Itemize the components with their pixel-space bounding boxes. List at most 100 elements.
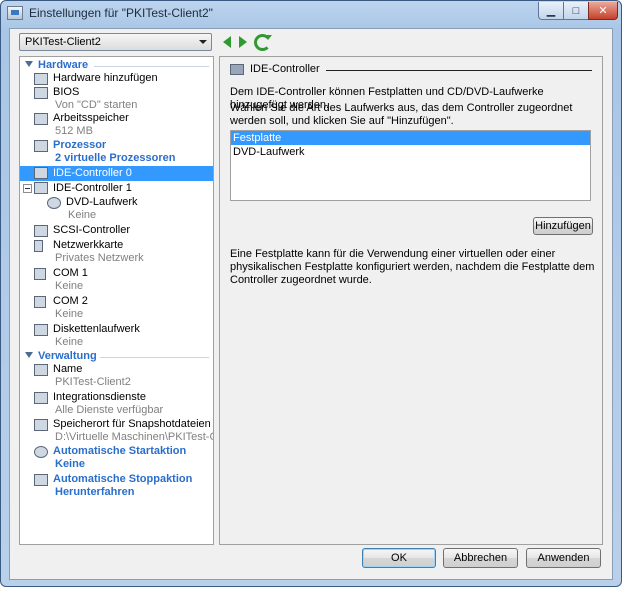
tree-item-value: Privates Netzwerk bbox=[55, 252, 144, 264]
maximize-icon: □ bbox=[572, 4, 580, 17]
tree-item-floppy-drive[interactable]: Diskettenlaufwerk Keine bbox=[20, 323, 213, 350]
floppy-disk-icon bbox=[34, 324, 48, 336]
ide-controller-icon bbox=[34, 182, 48, 194]
close-icon: ✕ bbox=[598, 5, 608, 17]
tree-item-label: Automatische Startaktion bbox=[53, 445, 187, 457]
vm-selector-value: PKITest-Client2 bbox=[25, 36, 101, 48]
section-management[interactable]: Verwaltung bbox=[20, 350, 213, 363]
cancel-button[interactable]: Abbrechen bbox=[443, 548, 518, 568]
tree-item-value: 2 virtuelle Prozessoren bbox=[55, 152, 176, 164]
integration-services-icon bbox=[34, 392, 48, 404]
minimize-icon: ▁ bbox=[546, 5, 556, 17]
collapse-toggle-icon[interactable] bbox=[23, 184, 32, 193]
com-port-icon bbox=[34, 296, 46, 308]
collapse-arrow-icon[interactable] bbox=[25, 352, 33, 358]
tree-item-label: Arbeitsspeicher bbox=[53, 112, 129, 124]
window-title: Einstellungen für "PKITest-Client2" bbox=[29, 6, 213, 20]
tree-item-value: Alle Dienste verfügbar bbox=[55, 404, 164, 416]
tree-item-processor[interactable]: Prozessor 2 virtuelle Prozessoren bbox=[20, 139, 213, 166]
tree-item-value: Keine bbox=[68, 209, 97, 221]
tree-item-ide-controller-1[interactable]: IDE-Controller 1 bbox=[20, 181, 213, 196]
tree-item-memory[interactable]: Arbeitsspeicher 512 MB bbox=[20, 112, 213, 139]
tree-item-name[interactable]: Name PKITest-Client2 bbox=[20, 363, 213, 391]
close-button[interactable]: ✕ bbox=[588, 2, 618, 20]
network-adapter-icon bbox=[34, 240, 43, 252]
panel-instruction: Wählen Sie die Art des Laufwerks aus, da… bbox=[230, 102, 573, 127]
header-divider bbox=[326, 70, 592, 71]
tree-item-label: Hardware hinzufügen bbox=[53, 72, 158, 84]
tree-item-label: Diskettenlaufwerk bbox=[53, 323, 140, 335]
tree-item-dvd-drive[interactable]: DVD-Laufwerk Keine bbox=[20, 196, 213, 224]
ide-controller-icon bbox=[230, 64, 244, 75]
add-button[interactable]: Hinzufügen bbox=[533, 217, 593, 235]
title-bar[interactable]: Einstellungen für "PKITest-Client2" ▁ □ … bbox=[1, 1, 621, 25]
tree-item-label: Netzwerkkarte bbox=[53, 239, 124, 251]
dvd-drive-icon bbox=[47, 197, 61, 209]
forward-arrow-icon[interactable] bbox=[239, 36, 247, 48]
tree-item-label: BIOS bbox=[53, 86, 80, 98]
panel-header: IDE-Controller bbox=[230, 63, 592, 77]
tree-item-label: COM 2 bbox=[53, 295, 88, 307]
tree-item-label: IDE-Controller 0 bbox=[53, 167, 132, 179]
add-hardware-icon bbox=[34, 73, 48, 85]
ide-controller-icon bbox=[34, 167, 48, 179]
settings-tree[interactable]: Hardware Hardware hinzufügen BIOS Von "C… bbox=[19, 56, 214, 545]
tree-item-snapshot-location[interactable]: Speicherort für Snapshotdateien D:\Virtu… bbox=[20, 418, 213, 445]
tree-item-value: Keine bbox=[55, 280, 84, 292]
processor-icon bbox=[34, 140, 48, 152]
auto-start-icon bbox=[34, 446, 48, 458]
back-arrow-icon[interactable] bbox=[223, 36, 231, 48]
list-item[interactable]: DVD-Laufwerk bbox=[231, 145, 590, 159]
section-management-label: Verwaltung bbox=[38, 350, 97, 362]
drive-type-list[interactable]: Festplatte DVD-Laufwerk bbox=[230, 130, 591, 201]
maximize-button[interactable]: □ bbox=[563, 2, 589, 20]
tree-item-label: Prozessor bbox=[53, 139, 107, 151]
section-hardware-label: Hardware bbox=[38, 59, 89, 71]
refresh-icon[interactable] bbox=[254, 34, 272, 51]
snapshot-folder-icon bbox=[34, 419, 48, 431]
tree-item-value: Keine bbox=[55, 336, 84, 348]
auto-stop-icon bbox=[34, 474, 48, 486]
collapse-arrow-icon[interactable] bbox=[25, 61, 33, 67]
tree-item-bios[interactable]: BIOS Von "CD" starten bbox=[20, 86, 213, 112]
apply-button[interactable]: Anwenden bbox=[526, 548, 601, 568]
section-hardware[interactable]: Hardware bbox=[20, 59, 213, 72]
tree-item-label: Integrationsdienste bbox=[53, 391, 146, 403]
tree-item-com2[interactable]: COM 2 Keine bbox=[20, 295, 213, 323]
tree-item-com1[interactable]: COM 1 Keine bbox=[20, 267, 213, 295]
tree-item-value: PKITest-Client2 bbox=[55, 376, 131, 388]
tree-item-label: COM 1 bbox=[53, 267, 88, 279]
tree-item-value: Keine bbox=[55, 308, 84, 320]
minimize-button[interactable]: ▁ bbox=[538, 2, 564, 20]
tree-item-value: 512 MB bbox=[55, 125, 93, 137]
window-app-icon bbox=[7, 6, 23, 20]
tree-item-ide-controller-0[interactable]: IDE-Controller 0 bbox=[20, 166, 213, 181]
tree-item-add-hardware[interactable]: Hardware hinzufügen bbox=[20, 72, 213, 86]
tree-item-label: IDE-Controller 1 bbox=[53, 182, 132, 194]
tree-item-auto-start[interactable]: Automatische Startaktion Keine bbox=[20, 445, 213, 473]
tree-item-value: Keine bbox=[55, 458, 85, 470]
tree-item-auto-stop[interactable]: Automatische Stoppaktion Herunterfahren bbox=[20, 473, 213, 501]
com-port-icon bbox=[34, 268, 46, 280]
bios-icon bbox=[34, 87, 48, 99]
tree-item-value: Von "CD" starten bbox=[55, 99, 138, 111]
tree-item-label: SCSI-Controller bbox=[53, 224, 131, 236]
tree-item-label: DVD-Laufwerk bbox=[66, 196, 138, 208]
tree-item-label: Automatische Stoppaktion bbox=[53, 473, 193, 485]
tree-item-scsi-controller[interactable]: SCSI-Controller bbox=[20, 224, 213, 239]
tree-item-label: Speicherort für Snapshotdateien bbox=[53, 418, 211, 430]
memory-chip-icon bbox=[34, 113, 48, 125]
tree-item-network-adapter[interactable]: Netzwerkkarte Privates Netzwerk bbox=[20, 239, 213, 267]
ok-button[interactable]: OK bbox=[362, 548, 436, 568]
tree-item-integration-services[interactable]: Integrationsdienste Alle Dienste verfügb… bbox=[20, 391, 213, 418]
tree-item-label: Name bbox=[53, 363, 83, 375]
settings-window: Einstellungen für "PKITest-Client2" ▁ □ … bbox=[0, 0, 622, 587]
scsi-controller-icon bbox=[34, 225, 48, 237]
dialog-client-area: PKITest-Client2 Hardware Hardware hinzuf… bbox=[9, 28, 613, 580]
tree-item-value: Herunterfahren bbox=[55, 486, 135, 498]
panel-help-text: Eine Festplatte kann für die Verwendung … bbox=[230, 248, 595, 286]
settings-panel: IDE-Controller Dem IDE-Controller können… bbox=[219, 56, 603, 545]
vm-selector-dropdown[interactable]: PKITest-Client2 bbox=[19, 33, 212, 51]
chevron-down-icon bbox=[199, 40, 207, 44]
list-item[interactable]: Festplatte bbox=[231, 131, 590, 145]
